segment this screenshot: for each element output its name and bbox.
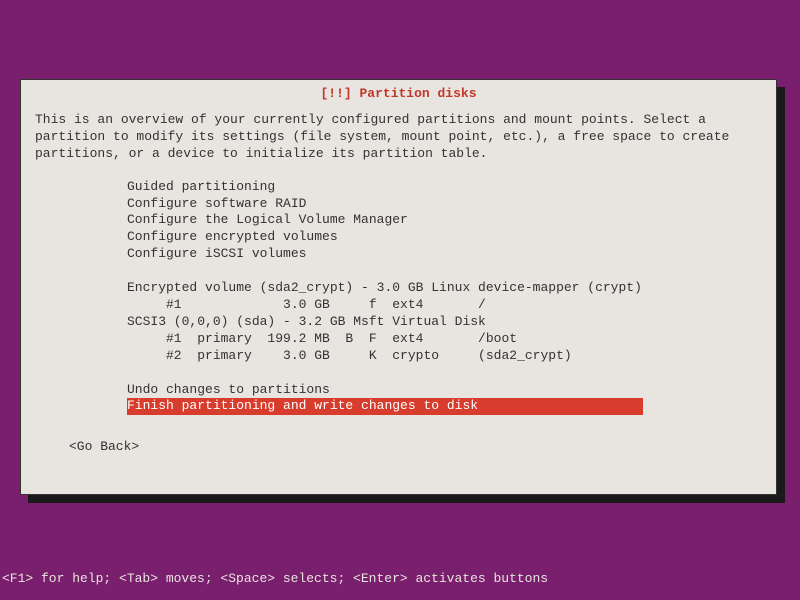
menu-configure-encrypted[interactable]: Configure encrypted volumes (127, 229, 762, 246)
footer-help-text: <F1> for help; <Tab> moves; <Space> sele… (2, 571, 548, 586)
partition-sda-2[interactable]: #2 primary 3.0 GB K crypto (sda2_crypt) (127, 348, 762, 365)
spacer (127, 263, 762, 280)
device-encrypted-volume[interactable]: Encrypted volume (sda2_crypt) - 3.0 GB L… (127, 280, 762, 297)
menu-finish-partitioning[interactable]: Finish partitioning and write changes to… (127, 398, 643, 415)
dialog-intro-text: This is an overview of your currently co… (35, 112, 762, 163)
partition-sda-1[interactable]: #1 primary 199.2 MB B F ext4 /boot (127, 331, 762, 348)
menu-undo-changes[interactable]: Undo changes to partitions (127, 382, 762, 399)
menu-guided-partitioning[interactable]: Guided partitioning (127, 179, 762, 196)
menu-configure-iscsi[interactable]: Configure iSCSI volumes (127, 246, 762, 263)
go-back-button[interactable]: <Go Back> (69, 439, 762, 454)
dialog-title: [!!] Partition disks (312, 86, 484, 101)
menu-configure-lvm[interactable]: Configure the Logical Volume Manager (127, 212, 762, 229)
partition-sda2crypt-1[interactable]: #1 3.0 GB f ext4 / (127, 297, 762, 314)
partition-dialog: [!!] Partition disks This is an overview… (20, 79, 777, 495)
menu-configure-raid[interactable]: Configure software RAID (127, 196, 762, 213)
spacer (127, 365, 762, 382)
menu-area: Guided partitioning Configure software R… (127, 179, 762, 416)
dialog-title-row: [!!] Partition disks (35, 86, 762, 102)
device-scsi-sda[interactable]: SCSI3 (0,0,0) (sda) - 3.2 GB Msft Virtua… (127, 314, 762, 331)
